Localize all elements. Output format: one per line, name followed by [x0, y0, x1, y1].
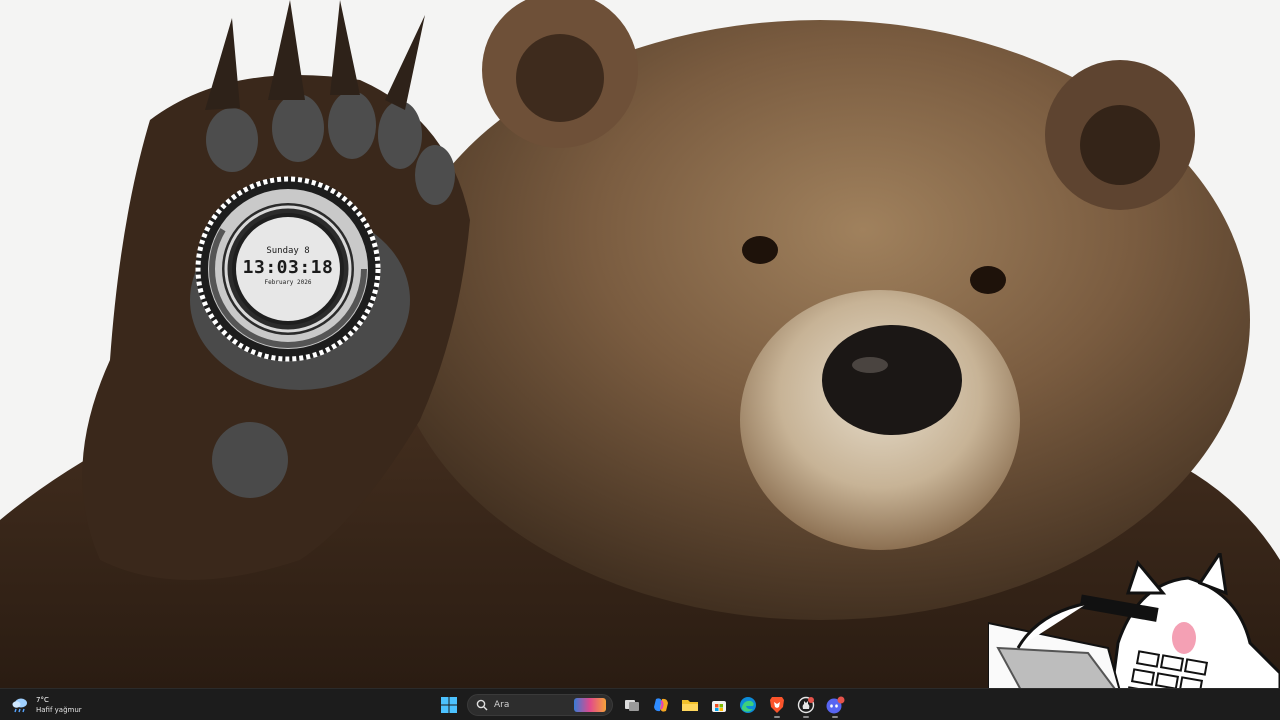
weather-description: Hafif yağmur — [36, 706, 82, 714]
clock-widget: Sunday 8 13:03:18 February 2026 — [192, 173, 384, 365]
search-input[interactable]: Ara — [467, 694, 613, 716]
weather-widget[interactable]: 7°C Hafif yağmur — [10, 693, 82, 717]
running-indicator — [802, 716, 809, 718]
search-icon — [476, 699, 488, 711]
bear-nose — [822, 325, 962, 435]
taskbar-center: Ara — [434, 691, 849, 719]
taskbar: 7°C Hafif yağmur Ara — [0, 688, 1280, 720]
windows-icon — [440, 697, 457, 713]
edge-icon — [739, 697, 756, 713]
weather-temperature: 7°C — [36, 696, 49, 704]
discord-icon — [826, 696, 844, 714]
start-button[interactable] — [435, 691, 463, 719]
microsoft-store-button[interactable] — [705, 691, 733, 719]
search-placeholder: Ara — [494, 700, 510, 710]
desktop: Sunday 8 13:03:18 February 2026 — [0, 0, 1280, 688]
file-explorer-button[interactable] — [676, 691, 704, 719]
store-icon — [711, 701, 726, 712]
github-icon — [797, 696, 814, 714]
clock-time: 13:03:18 — [242, 257, 334, 278]
clock-day-label: Sunday 8 — [266, 246, 310, 256]
running-indicator — [773, 716, 780, 718]
brave-icon — [769, 697, 784, 713]
bear-right-eye — [970, 266, 1006, 294]
running-indicator — [831, 716, 838, 718]
discord-button[interactable] — [821, 691, 849, 719]
bear-left-eye — [742, 236, 778, 264]
github-button[interactable] — [792, 691, 820, 719]
folder-icon — [681, 700, 698, 711]
rain-cloud-icon — [12, 698, 27, 713]
edge-button[interactable] — [734, 691, 762, 719]
copilot-icon — [653, 698, 668, 712]
copilot-button[interactable] — [647, 691, 675, 719]
task-view-button[interactable] — [618, 691, 646, 719]
search-highlight-image[interactable] — [574, 698, 606, 712]
task-view-icon — [624, 700, 639, 711]
bongo-cat-widget — [988, 553, 1280, 688]
clock-month-label: February 2026 — [264, 279, 312, 286]
brave-button[interactable] — [763, 691, 791, 719]
